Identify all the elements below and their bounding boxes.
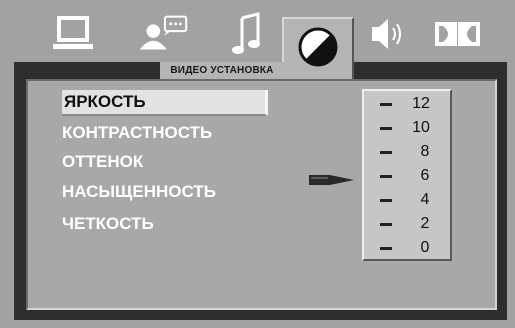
scale-tick [380, 199, 392, 202]
menu-item-saturation[interactable]: НАСЫЩЕННОСТЬ [62, 180, 262, 204]
tab-audio-language[interactable] [134, 10, 192, 58]
scale-tick [380, 127, 392, 130]
music-note-icon [232, 12, 260, 54]
tab-dolby[interactable] [428, 10, 486, 58]
scale-tick [380, 103, 392, 106]
tab-caption: ВИДЕО УСТАНОВКА [160, 62, 284, 79]
tab-speaker[interactable] [358, 10, 416, 58]
scale-label: 10 [412, 119, 430, 136]
tab-video[interactable] [282, 17, 354, 79]
person-speech-icon [139, 15, 188, 50]
scale-label: 12 [412, 95, 430, 112]
level-scale[interactable]: 12 10 8 6 4 2 0 [362, 89, 452, 261]
menu-item-contrast[interactable]: КОНТРАСТНОСТЬ [62, 121, 262, 145]
scale-label: 0 [420, 239, 430, 256]
monitor-icon [53, 16, 93, 49]
menu-item-brightness[interactable]: ЯРКОСТЬ [62, 90, 268, 116]
dolby-icon [435, 22, 480, 46]
scale-label: 2 [420, 215, 430, 232]
tab-general[interactable] [44, 10, 102, 58]
scale-label: 8 [420, 143, 430, 160]
scale-tick [380, 151, 392, 154]
scale-label: 4 [420, 191, 430, 208]
menu-item-sharpness[interactable]: ЧЕТКОСТЬ [62, 212, 262, 236]
contrast-circle-icon [298, 27, 338, 67]
tab-music[interactable] [218, 10, 276, 58]
scale-tick [380, 247, 392, 250]
level-pointer-icon [308, 172, 356, 188]
menu-item-hue[interactable]: ОТТЕНОК [62, 150, 262, 174]
scale-tick [380, 175, 392, 178]
speaker-icon [372, 19, 401, 49]
scale-tick [380, 223, 392, 226]
scale-label: 6 [420, 167, 430, 184]
